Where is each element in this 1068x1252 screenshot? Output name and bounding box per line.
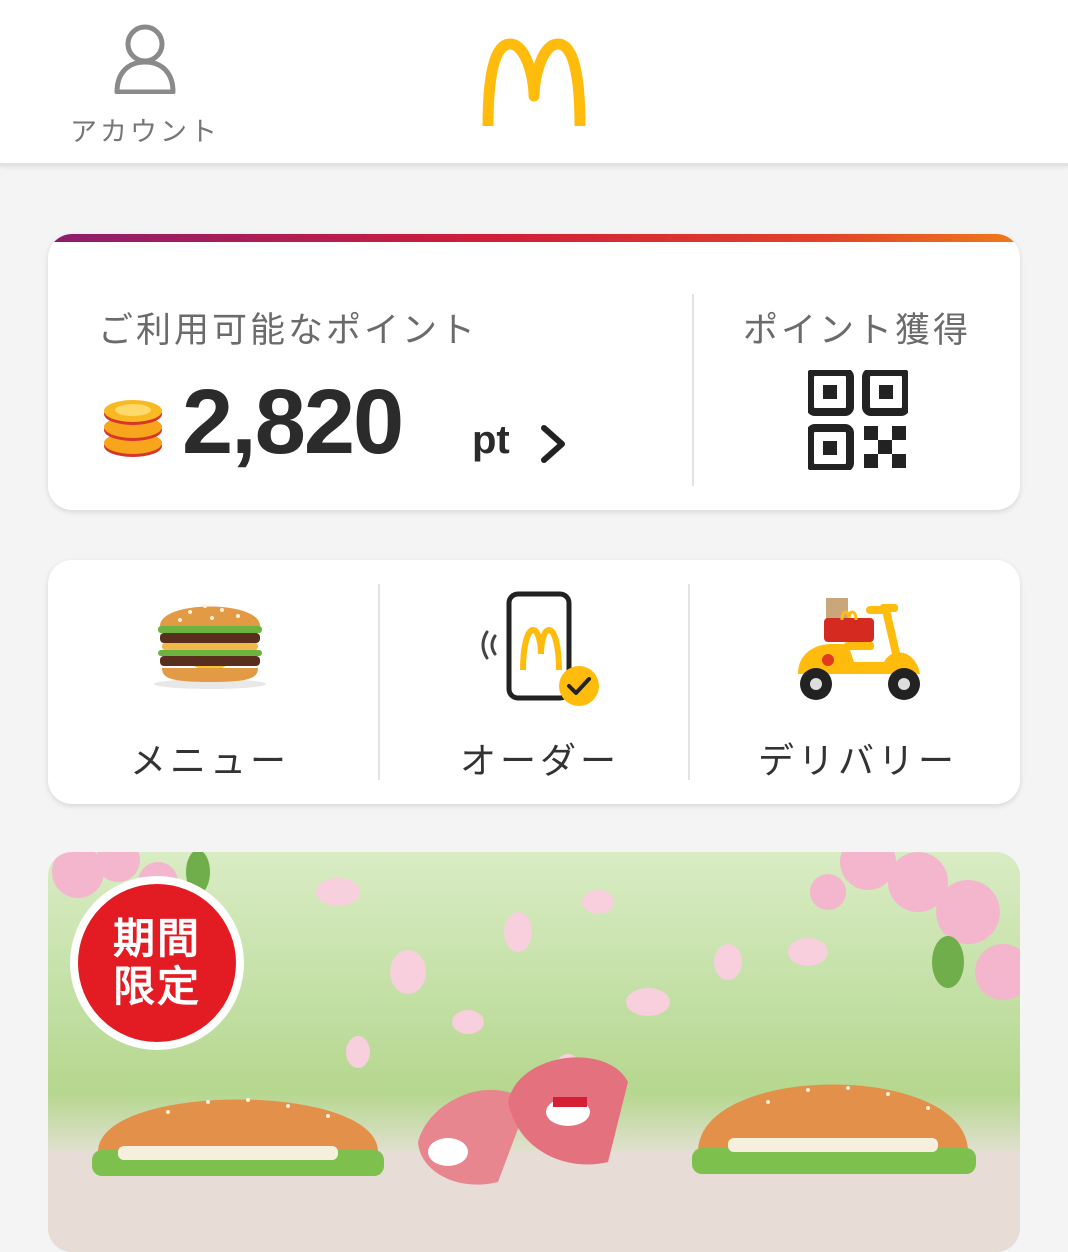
nav-item-order[interactable]: オーダー bbox=[378, 560, 702, 804]
points-card-accent-bar bbox=[48, 234, 1020, 242]
nav-label-order: オーダー bbox=[459, 741, 620, 782]
person-icon bbox=[114, 24, 176, 94]
delivery-scooter-icon bbox=[798, 598, 920, 700]
nav-divider-2 bbox=[688, 584, 690, 780]
burger-icon bbox=[154, 604, 266, 689]
nav-item-delivery[interactable]: デリバリー bbox=[696, 560, 1020, 804]
available-points-button[interactable]: ご利用可能なポイント 2,820 pt bbox=[48, 242, 693, 510]
mobile-order-icon bbox=[481, 591, 599, 706]
points-card: ご利用可能なポイント 2,820 pt ポイント獲得 bbox=[48, 234, 1020, 510]
promo-banner[interactable]: 期間 限定 bbox=[48, 852, 1020, 1252]
coin-stack-icon bbox=[104, 400, 162, 457]
mcdonalds-logo bbox=[482, 38, 586, 127]
account-label: アカウント bbox=[70, 117, 220, 148]
nav-item-menu[interactable]: メニュー bbox=[48, 560, 372, 804]
earn-points-caption: ポイント獲得 bbox=[742, 311, 971, 351]
nav-label-delivery: デリバリー bbox=[757, 741, 958, 782]
qr-code-icon bbox=[808, 370, 908, 470]
earn-points-button[interactable]: ポイント獲得 bbox=[694, 242, 1020, 510]
points-value: 2,820 bbox=[182, 371, 404, 473]
account-button[interactable]: アカウント bbox=[60, 22, 230, 152]
app-header: アカウント bbox=[0, 0, 1068, 166]
points-unit: pt bbox=[472, 418, 510, 462]
limited-time-badge: 期間 限定 bbox=[70, 876, 244, 1050]
chevron-right-icon bbox=[541, 425, 565, 463]
nav-label-menu: メニュー bbox=[129, 741, 290, 782]
badge-line-1: 期間 bbox=[112, 914, 201, 963]
badge-line-2: 限定 bbox=[112, 962, 201, 1011]
quick-nav-card: メニュー オーダー デリバリー bbox=[48, 560, 1020, 804]
available-points-caption: ご利用可能なポイント bbox=[98, 311, 479, 351]
